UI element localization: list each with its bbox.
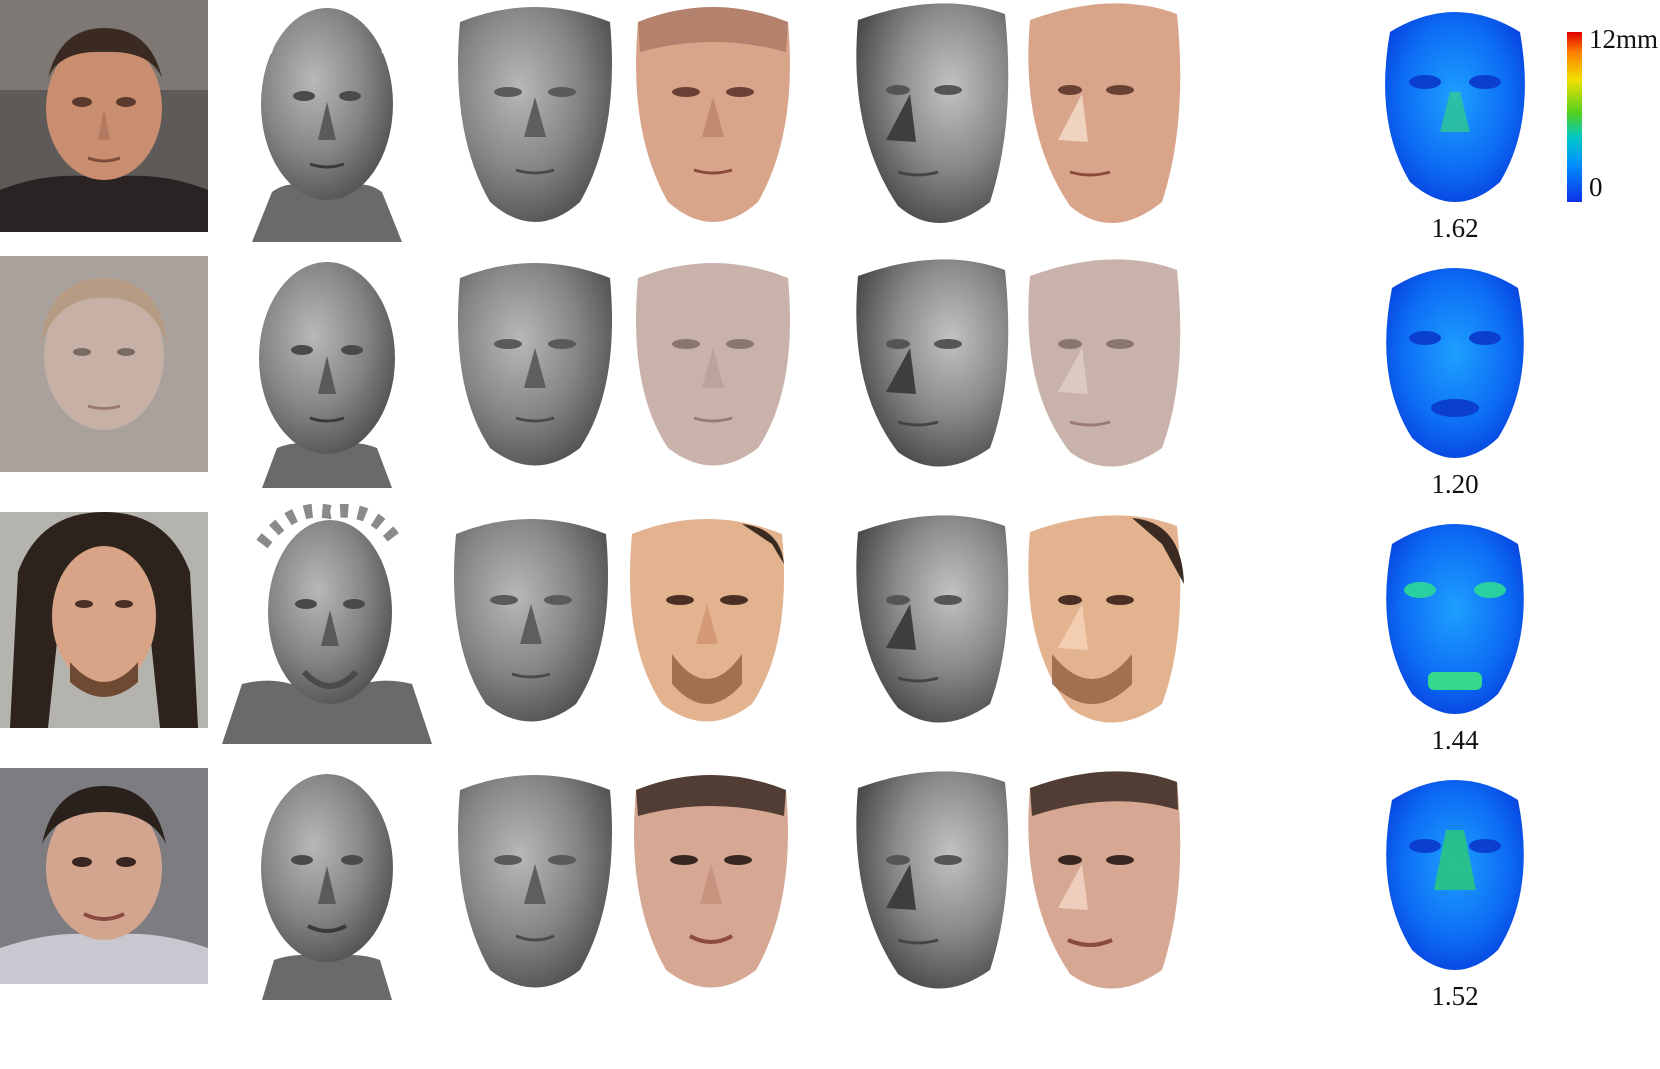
reconstruction-side-textured [1012, 760, 1202, 1005]
reconstruction-frontal-textured [618, 0, 808, 237]
reference-3d-scan [222, 0, 432, 252]
error-score: 1.62 [1431, 213, 1479, 243]
reconstruction-side-textured [1012, 0, 1202, 237]
figure-row-2: 1.20 [0, 256, 1660, 506]
error-colorbar: 12mm 0 [1563, 24, 1658, 204]
reconstruction-frontal-textured [612, 504, 802, 749]
reconstruction-side-mesh [840, 760, 1030, 1005]
input-photo [0, 768, 208, 1000]
figure-row-1: 1.62 [0, 0, 1660, 250]
reconstruction-side-mesh [840, 504, 1030, 749]
colorbar-min-label: 0 [1589, 172, 1603, 202]
reconstruction-side-textured [1012, 504, 1202, 749]
colorbar-max-label: 12mm [1589, 24, 1659, 54]
error-heatmap [1370, 0, 1540, 217]
colorbar-gradient [1567, 32, 1582, 202]
reconstruction-side-mesh [840, 248, 1030, 493]
reconstruction-frontal-mesh [440, 760, 630, 1005]
reconstruction-frontal-mesh [436, 504, 626, 749]
error-score: 1.52 [1431, 981, 1479, 1011]
reference-3d-scan [222, 248, 432, 508]
input-photo [0, 256, 208, 488]
error-score: 1.44 [1431, 725, 1479, 755]
reference-3d-scan [222, 760, 432, 1020]
reconstruction-side-textured [1012, 248, 1202, 493]
error-heatmap [1370, 760, 1540, 985]
reconstruction-frontal-mesh [440, 248, 630, 493]
input-photo [0, 0, 208, 232]
error-score: 1.20 [1431, 469, 1479, 499]
reconstruction-frontal-mesh [440, 0, 630, 237]
figure-row-4: 1.52 [0, 760, 1660, 1018]
reconstruction-side-mesh [840, 0, 1030, 237]
reference-3d-scan [222, 504, 432, 764]
figure-row-3: 1.44 [0, 504, 1660, 762]
reconstruction-frontal-textured [616, 760, 806, 1005]
reconstruction-frontal-textured [618, 248, 808, 493]
error-heatmap [1370, 504, 1540, 729]
error-heatmap [1370, 248, 1540, 473]
input-photo [0, 512, 208, 744]
